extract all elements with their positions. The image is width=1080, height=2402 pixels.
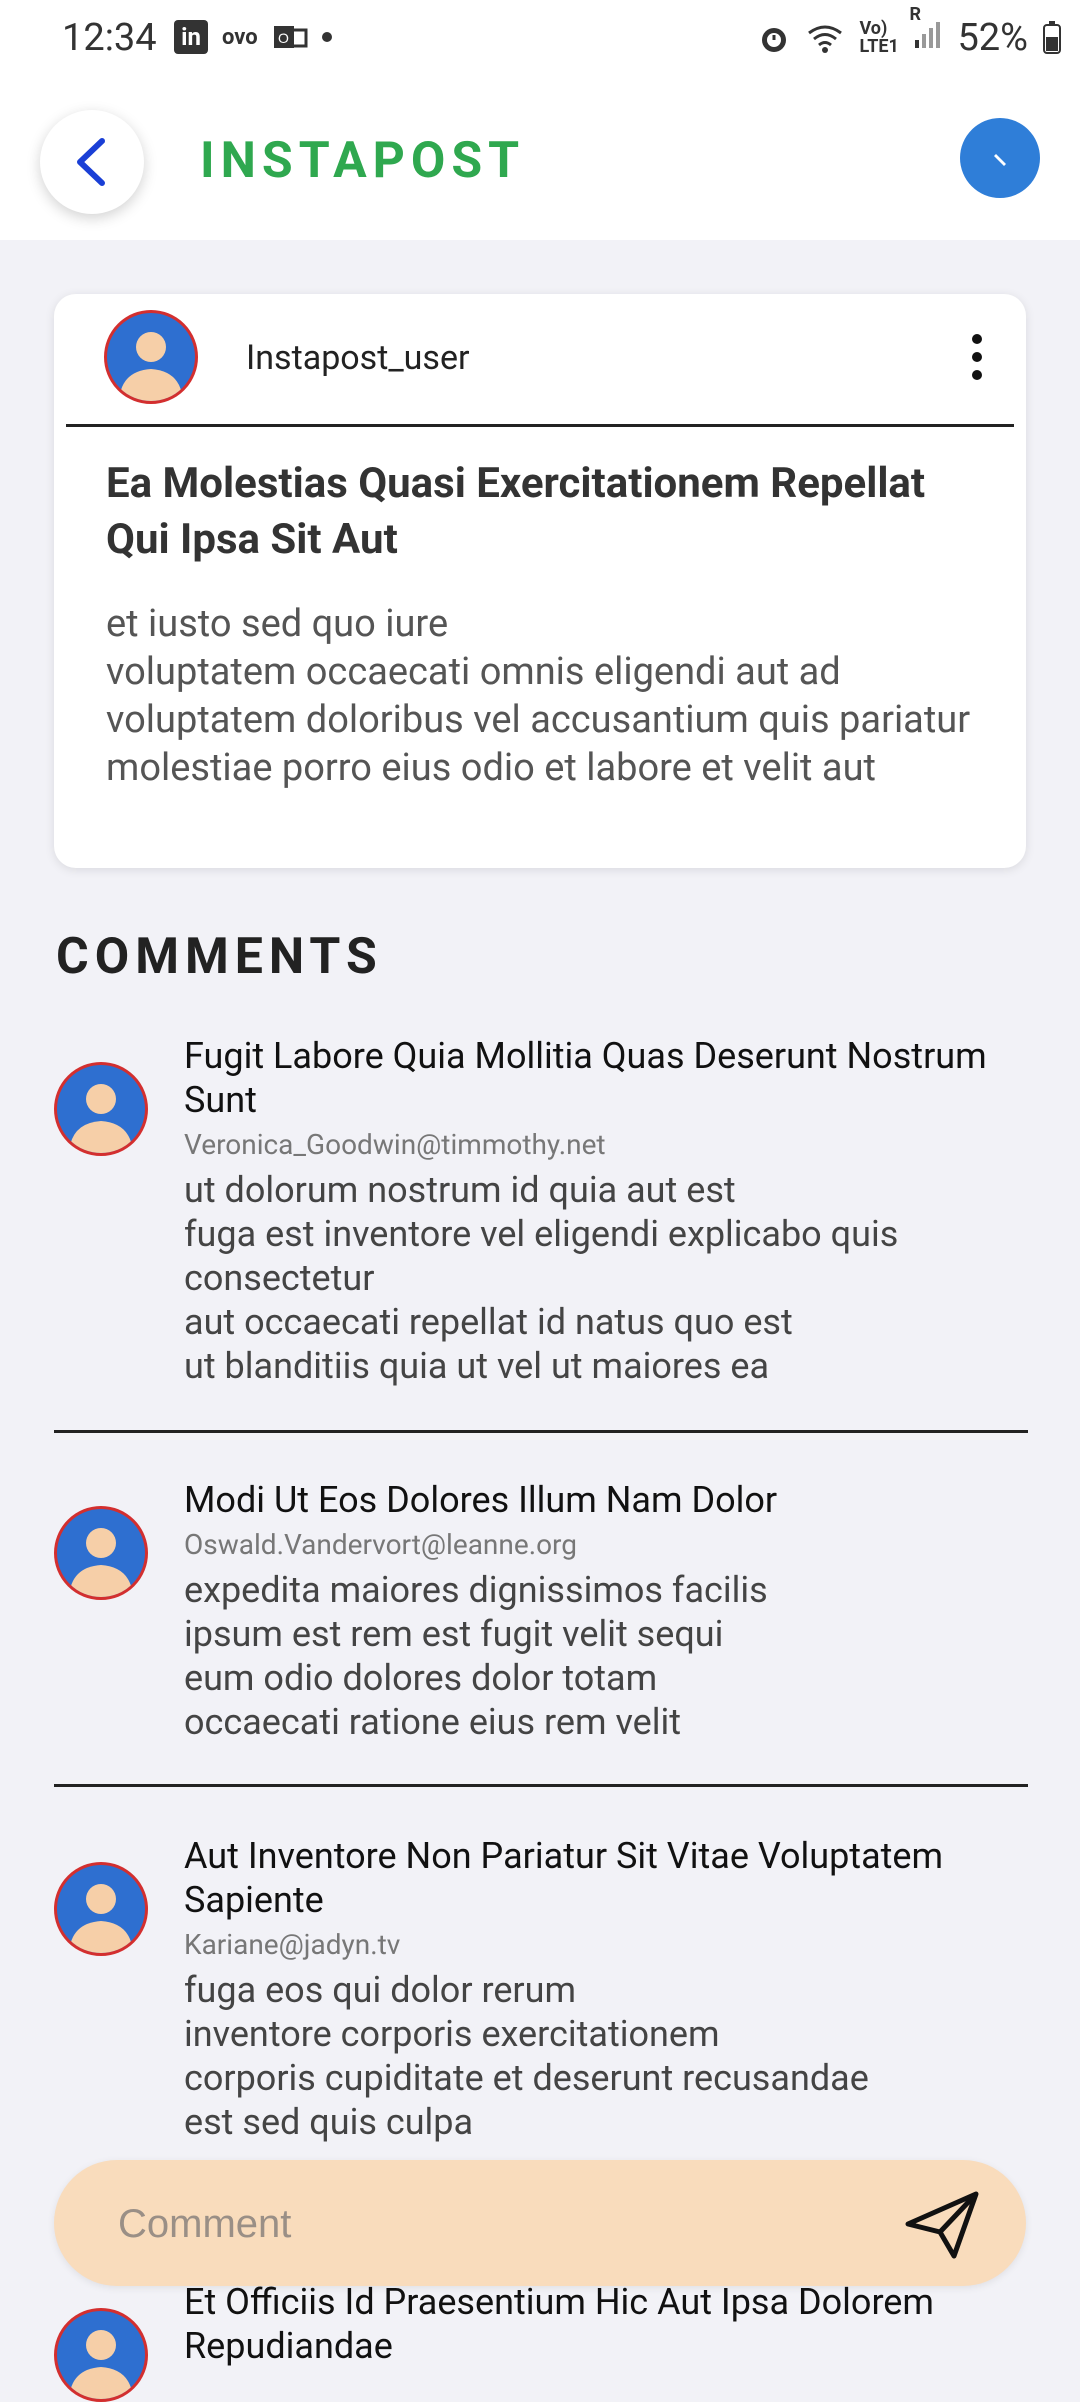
post-header: Instapost_user: [66, 294, 1014, 427]
comment-email: Oswald.Vandervort@leanne.org: [184, 1528, 577, 1561]
comment-body: expedita maiores dignissimos facilis ips…: [184, 1569, 768, 1743]
comment-email: Kariane@jadyn.tv: [184, 1928, 401, 1961]
outlook-icon: O: [273, 26, 308, 48]
post-title: Ea Molestias Quasi Exercitationem Repell…: [106, 459, 926, 564]
post-avatar[interactable]: [104, 310, 198, 404]
app-bar: INSTAPOST: [0, 80, 1080, 240]
comment-email: Veronica_Goodwin@timmothy.net: [184, 1128, 606, 1161]
notification-dot: [321, 32, 332, 42]
user-avatar-icon: [69, 1884, 133, 1953]
comment-name: Modi Ut Eos Dolores Illum Nam Dolor: [184, 1479, 778, 1521]
user-avatar-icon: [69, 2330, 133, 2399]
more-options-icon[interactable]: [972, 334, 984, 380]
comment-input-bar: [54, 2160, 1026, 2286]
comment-divider: [54, 1430, 1028, 1433]
comment-body: fuga eos qui dolor rerum inventore corpo…: [184, 1969, 869, 2143]
post-card: Instapost_user Ea Molestias Quasi Exerci…: [54, 294, 1026, 868]
comment-input[interactable]: [116, 2188, 880, 2260]
messenger-icon: [974, 144, 1026, 176]
app-title: INSTAPOST: [200, 132, 526, 190]
battery-percent: 52%: [957, 16, 1028, 60]
send-icon[interactable]: [904, 2190, 980, 2260]
back-button[interactable]: [40, 110, 144, 214]
network-label: Vo) LTE1: [859, 18, 899, 57]
user-avatar-icon: [69, 1084, 133, 1153]
linkedin-icon: in: [174, 20, 208, 54]
comment-divider: [54, 1784, 1028, 1787]
svg-text:O: O: [278, 30, 289, 46]
comments-heading: COMMENTS: [56, 928, 383, 986]
user-avatar-icon: [119, 332, 183, 401]
chevron-left-icon: [77, 138, 105, 186]
status-bar: 12:34 in ovo O Vo) LTE1 R 52%: [0, 0, 1080, 80]
alarm-icon: [762, 28, 787, 52]
comment-name: Et Officiis Id Praesentium Hic Aut Ipsa …: [184, 2281, 934, 2367]
comment-body: ut dolorum nostrum id quia aut est fuga …: [184, 1169, 899, 1387]
post-username[interactable]: Instapost_user: [246, 338, 470, 378]
messenger-button[interactable]: [960, 118, 1040, 198]
status-time: 12:34: [62, 16, 157, 60]
comment-name: Aut Inventore Non Pariatur Sit Vitae Vol…: [184, 1835, 944, 1921]
comment-name: Fugit Labore Quia Mollitia Quas Deserunt…: [184, 1035, 987, 1121]
battery-icon: [1043, 21, 1061, 54]
comment-avatar[interactable]: [54, 1506, 148, 1600]
wifi-icon: [808, 25, 843, 53]
post-body: et iusto sed quo iure voluptatem occaeca…: [106, 602, 971, 790]
user-avatar-icon: [69, 1528, 133, 1597]
roaming-label: R: [909, 4, 921, 25]
comment-avatar[interactable]: [54, 2308, 148, 2402]
comment-avatar[interactable]: [54, 1062, 148, 1156]
comment-avatar[interactable]: [54, 1862, 148, 1956]
ovo-icon: ovo: [222, 24, 258, 50]
